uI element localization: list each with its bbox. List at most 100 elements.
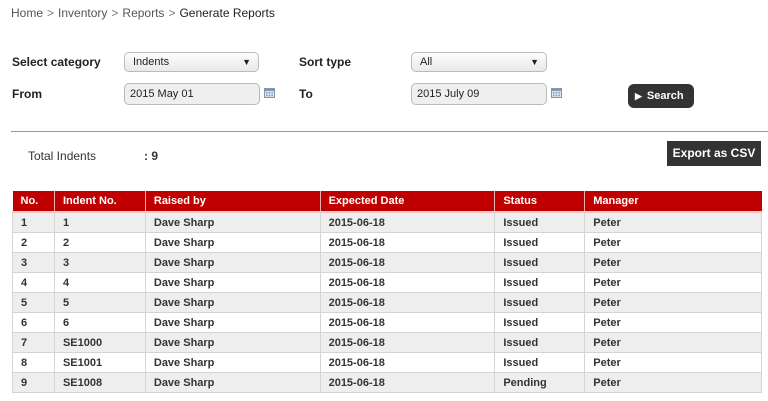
breadcrumb-inventory[interactable]: Inventory <box>58 6 107 20</box>
cell-raised-by: Dave Sharp <box>144 332 321 353</box>
from-label: From <box>12 87 42 101</box>
cell-expected-date: 2015-06-18 <box>319 292 496 313</box>
column-header-raised-by[interactable]: Raised by <box>145 191 321 213</box>
table-row[interactable]: 3 3 Dave Sharp 2015-06-18 Issued Peter <box>12 252 762 273</box>
cell-raised-by: Dave Sharp <box>144 312 321 333</box>
cell-status: Issued <box>494 211 586 233</box>
cell-no: 4 <box>12 272 55 293</box>
cell-manager: Peter <box>584 272 762 293</box>
from-date-input[interactable]: 2015 May 01 <box>124 83 260 105</box>
cell-expected-date: 2015-06-18 <box>319 352 496 373</box>
breadcrumb-separator: > <box>111 6 119 20</box>
cell-indent-no: 1 <box>53 211 146 233</box>
breadcrumb: Home > Inventory > Reports > Generate Reports <box>11 6 275 20</box>
table-row[interactable]: 2 2 Dave Sharp 2015-06-18 Issued Peter <box>12 232 762 253</box>
cell-no: 5 <box>12 292 55 313</box>
table-header-row: No. Indent No. Raised by Expected Date S… <box>12 191 762 213</box>
cell-expected-date: 2015-06-18 <box>319 272 496 293</box>
cell-manager: Peter <box>584 232 762 253</box>
cell-raised-by: Dave Sharp <box>144 372 321 393</box>
cell-expected-date: 2015-06-18 <box>319 332 496 353</box>
calendar-icon[interactable] <box>551 87 562 98</box>
cell-no: 7 <box>12 332 55 353</box>
cell-indent-no: 6 <box>53 312 146 333</box>
cell-raised-by: Dave Sharp <box>144 211 321 233</box>
cell-no: 2 <box>12 232 55 253</box>
cell-indent-no: 2 <box>53 232 146 253</box>
cell-manager: Peter <box>584 211 762 233</box>
cell-expected-date: 2015-06-18 <box>319 211 496 233</box>
indents-table: No. Indent No. Raised by Expected Date S… <box>12 191 762 393</box>
column-header-status[interactable]: Status <box>494 191 586 213</box>
total-indents-label: Total Indents <box>28 149 97 163</box>
cell-status: Issued <box>494 332 586 353</box>
table-row[interactable]: 5 5 Dave Sharp 2015-06-18 Issued Peter <box>12 292 762 313</box>
breadcrumb-separator: > <box>168 6 176 20</box>
cell-indent-no: SE1001 <box>53 352 146 373</box>
cell-manager: Peter <box>584 312 762 333</box>
cell-manager: Peter <box>584 352 762 373</box>
cell-manager: Peter <box>584 252 762 273</box>
sort-type-select[interactable]: All ▼ <box>411 52 547 72</box>
search-button[interactable]: ▶ Search <box>628 84 694 108</box>
cell-manager: Peter <box>584 292 762 313</box>
cell-no: 9 <box>12 372 55 393</box>
column-header-no[interactable]: No. <box>12 191 55 213</box>
play-icon: ▶ <box>635 91 642 101</box>
table-row[interactable]: 9 SE1008 Dave Sharp 2015-06-18 Pending P… <box>12 372 762 393</box>
cell-raised-by: Dave Sharp <box>144 272 321 293</box>
column-header-manager[interactable]: Manager <box>584 191 762 213</box>
table-row[interactable]: 8 SE1001 Dave Sharp 2015-06-18 Issued Pe… <box>12 352 762 373</box>
category-label: Select category <box>12 55 101 69</box>
cell-raised-by: Dave Sharp <box>144 232 321 253</box>
category-select[interactable]: Indents ▼ <box>124 52 259 72</box>
breadcrumb-current: Generate Reports <box>179 6 275 20</box>
cell-status: Issued <box>494 232 586 253</box>
category-select-value: Indents <box>133 56 170 68</box>
cell-status: Issued <box>494 352 586 373</box>
cell-indent-no: 5 <box>53 292 146 313</box>
cell-status: Issued <box>494 272 586 293</box>
column-header-indent-no[interactable]: Indent No. <box>54 191 146 213</box>
cell-manager: Peter <box>584 372 762 393</box>
table-row[interactable]: 7 SE1000 Dave Sharp 2015-06-18 Issued Pe… <box>12 332 762 353</box>
cell-status: Pending <box>494 372 586 393</box>
divider <box>11 131 768 132</box>
sort-type-select-value: All <box>420 56 433 68</box>
breadcrumb-reports[interactable]: Reports <box>122 6 164 20</box>
cell-no: 3 <box>12 252 55 273</box>
cell-raised-by: Dave Sharp <box>144 252 321 273</box>
cell-expected-date: 2015-06-18 <box>319 372 496 393</box>
cell-indent-no: SE1008 <box>53 372 146 393</box>
cell-indent-no: SE1000 <box>53 332 146 353</box>
cell-expected-date: 2015-06-18 <box>319 312 496 333</box>
to-date-input[interactable]: 2015 July 09 <box>411 83 547 105</box>
table-row[interactable]: 4 4 Dave Sharp 2015-06-18 Issued Peter <box>12 272 762 293</box>
total-indents-value: : 9 <box>144 149 159 163</box>
cell-expected-date: 2015-06-18 <box>319 232 496 253</box>
to-label: To <box>299 87 313 101</box>
column-header-expected-date[interactable]: Expected Date <box>320 191 496 213</box>
chevron-down-icon: ▼ <box>530 57 539 67</box>
table-row[interactable]: 1 1 Dave Sharp 2015-06-18 Issued Peter <box>12 211 762 233</box>
cell-expected-date: 2015-06-18 <box>319 252 496 273</box>
table-row[interactable]: 6 6 Dave Sharp 2015-06-18 Issued Peter <box>12 312 762 333</box>
cell-raised-by: Dave Sharp <box>144 292 321 313</box>
sort-type-label: Sort type <box>299 55 352 69</box>
cell-no: 8 <box>12 352 55 373</box>
cell-status: Issued <box>494 252 586 273</box>
cell-indent-no: 4 <box>53 272 146 293</box>
cell-indent-no: 3 <box>53 252 146 273</box>
cell-raised-by: Dave Sharp <box>144 352 321 373</box>
cell-status: Issued <box>494 292 586 313</box>
breadcrumb-home[interactable]: Home <box>11 6 43 20</box>
chevron-down-icon: ▼ <box>242 57 251 67</box>
breadcrumb-separator: > <box>47 6 55 20</box>
search-button-label: Search <box>646 90 684 102</box>
calendar-icon[interactable] <box>264 87 275 98</box>
cell-manager: Peter <box>584 332 762 353</box>
export-csv-button[interactable]: Export as CSV <box>667 141 761 166</box>
cell-no: 6 <box>12 312 55 333</box>
cell-status: Issued <box>494 312 586 333</box>
cell-no: 1 <box>12 211 55 233</box>
